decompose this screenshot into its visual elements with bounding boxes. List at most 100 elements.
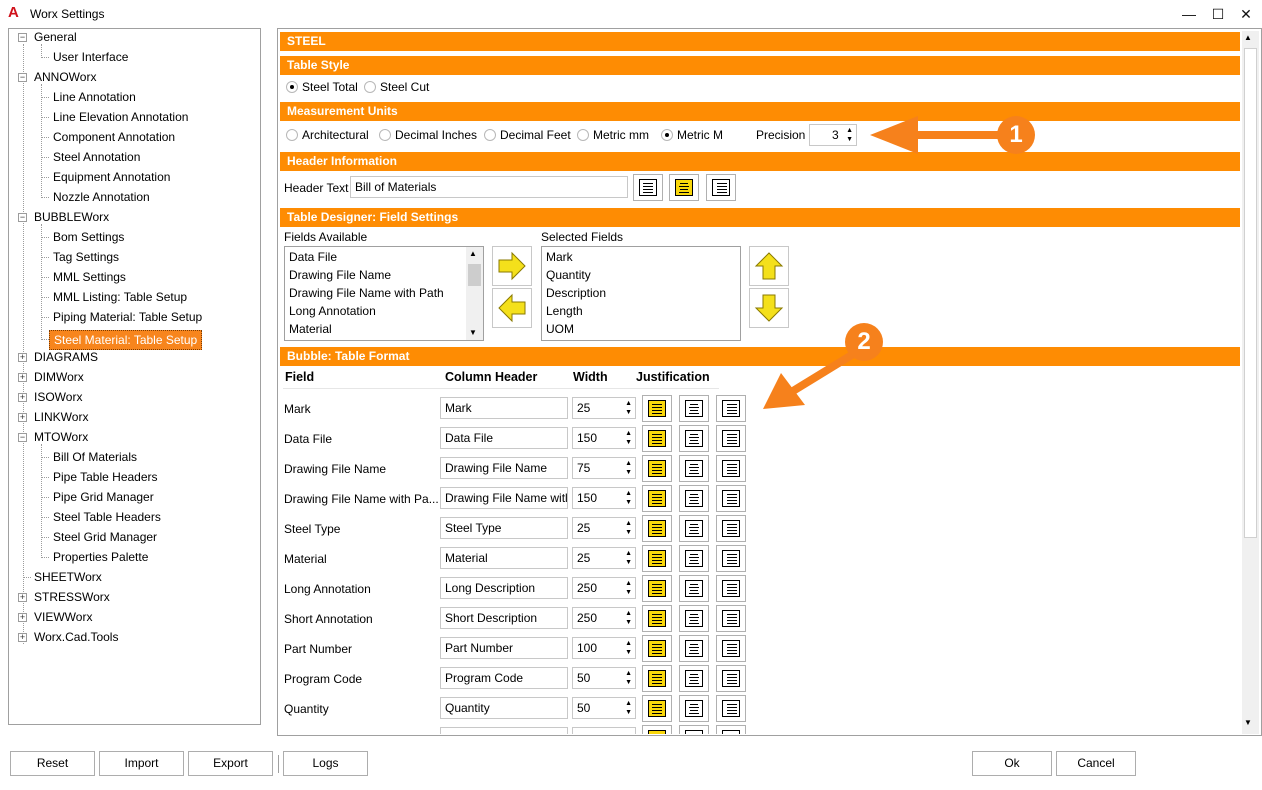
minimize-button[interactable]: — [1175,4,1203,24]
collapse-icon[interactable]: − [18,33,27,42]
row-justify-center-button[interactable] [679,695,709,722]
expand-icon[interactable]: + [18,353,27,362]
cancel-button[interactable]: Cancel [1056,751,1136,776]
tree-item-properties-palette[interactable]: Properties Palette [53,548,148,566]
row-justify-left-button[interactable] [642,515,672,542]
header-justify-center-button[interactable] [669,174,699,201]
spin-arrows-icon[interactable]: ▲ ▼ [625,429,632,447]
tree-item-worx-cad-tools[interactable]: Worx.Cad.Tools [34,628,118,646]
row-width-stepper[interactable]: 250 ▲ ▼ [572,607,636,629]
row-justify-left-button[interactable] [642,635,672,662]
tree-item-diagrams[interactable]: DIAGRAMS [34,348,98,366]
spin-arrows-icon[interactable]: ▲ ▼ [625,489,632,507]
tree-item-line-annotation[interactable]: Line Annotation [53,88,136,106]
list-item[interactable]: Drawing File Name with Path [289,286,444,300]
row-column-header-input[interactable]: Data File [440,427,568,449]
tree-item-viewworx[interactable]: VIEWWorx [34,608,92,626]
tree-item-tag-settings[interactable]: Tag Settings [53,248,119,266]
row-justify-center-button[interactable] [679,575,709,602]
import-button[interactable]: Import [99,751,184,776]
spin-arrows-icon[interactable]: ▲ ▼ [625,609,632,627]
tree-item-linkworx[interactable]: LINKWorx [34,408,88,426]
row-width-stepper[interactable]: 50 ▲ ▼ [572,697,636,719]
row-justify-center-button[interactable] [679,425,709,452]
ok-button[interactable]: Ok [972,751,1052,776]
spin-arrows-icon[interactable]: ▲ ▼ [625,579,632,597]
row-justify-center-button[interactable] [679,725,709,734]
close-button[interactable]: ✕ [1232,4,1260,24]
scroll-up-icon[interactable]: ▲ [1244,33,1252,42]
list-item[interactable]: Material [289,322,332,336]
row-column-header-input[interactable]: Mark [440,397,568,419]
row-column-header-input[interactable]: Long Description [440,577,568,599]
row-column-header-input[interactable] [440,727,568,734]
collapse-icon[interactable]: − [18,213,27,222]
row-justify-left-button[interactable] [642,545,672,572]
tree-item-bubbleworx[interactable]: BUBBLEWorx [34,208,109,226]
list-item[interactable]: Description [546,286,606,300]
scrollbar-thumb[interactable] [1244,48,1257,538]
radio-decimal-feet[interactable]: Decimal Feet [484,127,571,143]
row-justify-right-button[interactable] [716,395,746,422]
radio-architectural[interactable]: Architectural [286,127,369,143]
row-justify-center-button[interactable] [679,605,709,632]
expand-icon[interactable]: + [18,413,27,422]
expand-icon[interactable]: + [18,593,27,602]
header-justify-right-button[interactable] [706,174,736,201]
tree-item-bom-settings[interactable]: Bom Settings [53,228,124,246]
spin-arrows-icon[interactable]: ▲ ▼ [846,126,853,144]
tree-item-equipment-annotation[interactable]: Equipment Annotation [53,168,170,186]
header-text-input[interactable]: Bill of Materials [350,176,628,198]
list-scrollbar[interactable] [466,247,483,340]
tree-item-mml-settings[interactable]: MML Settings [53,268,126,286]
tree-item-dimworx[interactable]: DIMWorx [34,368,84,386]
list-item[interactable]: Data File [289,250,337,264]
spin-arrows-icon[interactable]: ▲ ▼ [625,459,632,477]
collapse-icon[interactable]: − [18,433,27,442]
spin-arrows-icon[interactable]: ▲ ▼ [625,399,632,417]
list-item[interactable]: Long Annotation [289,304,376,318]
list-item[interactable]: Mark [546,250,573,264]
row-column-header-input[interactable]: Drawing File Name [440,457,568,479]
tree-item-component-annotation[interactable]: Component Annotation [53,128,175,146]
tree-item-steel-grid-manager[interactable]: Steel Grid Manager [53,528,157,546]
row-justify-center-button[interactable] [679,545,709,572]
list-item[interactable]: Length [546,304,583,318]
row-justify-center-button[interactable] [679,485,709,512]
precision-stepper[interactable]: 3 ▲ ▼ [809,124,857,146]
row-justify-right-button[interactable] [716,575,746,602]
row-justify-right-button[interactable] [716,635,746,662]
row-column-header-input[interactable]: Drawing File Name witl [440,487,568,509]
tree-item-nozzle-annotation[interactable]: Nozzle Annotation [53,188,150,206]
scroll-down-icon[interactable]: ▼ [1244,718,1252,727]
collapse-icon[interactable]: − [18,73,27,82]
row-width-stepper[interactable]: 50 ▲ ▼ [572,667,636,689]
radio-decimal-inches[interactable]: Decimal Inches [379,127,477,143]
tree-item-bill-of-materials[interactable]: Bill Of Materials [53,448,137,466]
row-justify-center-button[interactable] [679,455,709,482]
tree-item-piping-material[interactable]: Piping Material: Table Setup [53,308,202,326]
tree-item-isoworx[interactable]: ISOWorx [34,388,82,406]
selected-fields-list[interactable]: Mark Quantity Description Length UOM [541,246,741,341]
header-justify-left-button[interactable] [633,174,663,201]
row-column-header-input[interactable]: Quantity [440,697,568,719]
row-justify-right-button[interactable] [716,425,746,452]
row-column-header-input[interactable]: Steel Type [440,517,568,539]
row-justify-left-button[interactable] [642,695,672,722]
scroll-down-icon[interactable]: ▼ [469,328,477,337]
expand-icon[interactable]: + [18,633,27,642]
maximize-button[interactable]: ☐ [1204,4,1232,24]
tree-item-annoworx[interactable]: ANNOWorx [34,68,96,86]
row-justify-left-button[interactable] [642,485,672,512]
radio-metric-m[interactable]: Metric M [661,127,723,143]
list-scroll-thumb[interactable] [468,264,481,286]
row-justify-right-button[interactable] [716,545,746,572]
row-justify-right-button[interactable] [716,725,746,734]
row-justify-center-button[interactable] [679,515,709,542]
row-width-stepper[interactable]: 75 ▲ ▼ [572,457,636,479]
tree-item-sheetworx[interactable]: SHEETWorx [34,568,102,586]
tree-item-general[interactable]: General [34,28,77,46]
expand-icon[interactable]: + [18,373,27,382]
radio-steel-total[interactable]: Steel Total [286,79,358,95]
tree-item-line-elevation-annotation[interactable]: Line Elevation Annotation [53,108,188,126]
